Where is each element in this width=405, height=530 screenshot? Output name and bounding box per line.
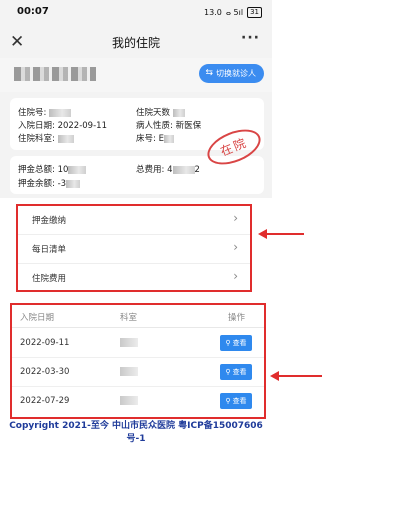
row-department-redacted <box>120 367 138 376</box>
row-department-redacted <box>120 396 138 405</box>
chevron-right-icon: › <box>233 269 238 283</box>
admission-department: 住院科室: <box>18 132 74 144</box>
row-department-redacted <box>120 338 138 347</box>
switch-patient-label: 切换就诊人 <box>216 69 256 78</box>
footer-line-1: Copyright 2021-至今 中山市民众医院 粤ICP备15007606 <box>9 421 263 431</box>
more-icon[interactable]: ··· <box>241 30 260 46</box>
column-header-action: 操作 <box>228 313 246 323</box>
footer-line-2: 号-1 <box>126 434 146 444</box>
copyright-footer: Copyright 2021-至今 中山市民众医院 粤ICP备15007606 … <box>0 420 272 446</box>
chevron-right-icon: › <box>233 211 238 225</box>
row-date: 2022-09-11 <box>20 338 70 348</box>
swap-icon: ⇆ <box>205 68 213 78</box>
patient-nature: 病人性质: 新医保 <box>136 121 202 131</box>
table-row: 2022-07-29 ⚲ 查看 <box>12 387 264 416</box>
menu-item-label: 住院费用 <box>32 274 67 284</box>
view-button[interactable]: ⚲ 查看 <box>220 364 252 380</box>
annotation-arrow-table <box>270 371 322 381</box>
phone-screen: 00:07 13.0 ⴰ 5ıl 31 ✕ 我的住院 ··· ⇆ 切换就诊人 住… <box>0 0 272 530</box>
annotation-arrow-menu <box>258 229 304 239</box>
menu-item-hospital-fees[interactable]: 住院费用 › <box>18 264 250 293</box>
hospital-days: 住院天数 <box>136 106 185 118</box>
menu-item-label: 每日清单 <box>32 245 67 255</box>
status-bar: 00:07 13.0 ⴰ 5ıl 31 <box>0 0 272 26</box>
view-button[interactable]: ⚲ 查看 <box>220 393 252 409</box>
row-date: 2022-03-30 <box>20 367 70 377</box>
search-icon: ⚲ <box>225 397 231 405</box>
title-bar: ✕ 我的住院 ··· <box>0 26 272 58</box>
service-menu: 押金缴纳 › 每日清单 › 住院费用 › <box>16 204 252 292</box>
view-button[interactable]: ⚲ 查看 <box>220 335 252 351</box>
bed-number: 床号: E <box>136 132 174 144</box>
header-divider <box>12 327 264 328</box>
table-row: 2022-09-11 ⚲ 查看 <box>12 329 264 358</box>
search-icon: ⚲ <box>225 368 231 376</box>
status-icons: 13.0 ⴰ 5ıl 31 <box>204 7 262 18</box>
deposit-balance: 押金余额: -3 <box>18 177 81 189</box>
column-header-date: 入院日期 <box>20 313 55 323</box>
signal-icon: ⴰ 5ıl <box>225 8 244 17</box>
admission-history-table: 入院日期 科室 操作 2022-09-11 ⚲ 查看 2022-03-30 ⚲ 查看… <box>10 303 266 419</box>
menu-item-daily-list[interactable]: 每日清单 › <box>18 235 250 264</box>
network-icon: 13.0 <box>204 8 222 17</box>
patient-row: ⇆ 切换就诊人 <box>0 58 272 92</box>
admission-date: 入院日期: 2022-09-11 <box>18 121 107 131</box>
table-row: 2022-03-30 ⚲ 查看 <box>12 358 264 387</box>
deposit-total: 押金总额: 10 <box>18 163 87 175</box>
patient-name-redacted <box>14 67 96 81</box>
total-cost: 总费用: 42 <box>136 165 200 175</box>
menu-item-label: 押金缴纳 <box>32 216 67 226</box>
search-icon: ⚲ <box>225 339 231 347</box>
menu-item-deposit-payment[interactable]: 押金缴纳 › <box>18 206 250 235</box>
page-title: 我的住院 <box>111 36 160 50</box>
battery-icon: 31 <box>247 7 262 18</box>
hospital-number: 住院号: <box>18 106 72 118</box>
switch-patient-button[interactable]: ⇆ 切换就诊人 <box>199 64 264 83</box>
row-date: 2022-07-29 <box>20 396 70 406</box>
status-time: 00:07 <box>17 6 49 17</box>
chevron-right-icon: › <box>233 240 238 254</box>
column-header-department: 科室 <box>120 313 138 323</box>
